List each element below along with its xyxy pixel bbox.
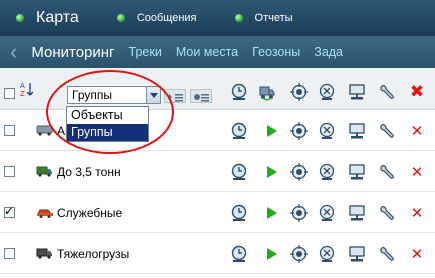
section-nav-bar: ‹ Мониторинг Треки Мои места Геозоны Зад… <box>0 36 435 68</box>
wrench-icon[interactable] <box>378 83 396 101</box>
truck-icon[interactable] <box>258 83 276 101</box>
svg-text:A: A <box>20 82 25 90</box>
close-icon[interactable]: ✕ <box>408 163 426 181</box>
locate-icon[interactable] <box>290 122 308 140</box>
green-dot-icon <box>16 14 24 22</box>
green-dot-icon <box>234 14 243 22</box>
wrench-icon[interactable] <box>378 163 396 181</box>
computer-icon[interactable] <box>348 163 366 181</box>
heavy-truck-icon <box>36 248 52 259</box>
tab-monitoring[interactable]: Мониторинг <box>31 44 114 61</box>
tab-tasks[interactable]: Зада <box>314 45 343 59</box>
bus-icon <box>36 125 53 136</box>
close-icon[interactable]: ✕ <box>408 122 426 140</box>
menu-item-messages[interactable]: Сообщения <box>116 12 197 24</box>
close-icon[interactable]: ✖ <box>408 83 426 101</box>
group-mode-select[interactable]: Группы <box>67 86 161 104</box>
clock-icon[interactable] <box>230 83 248 101</box>
satellite-icon[interactable] <box>318 122 336 140</box>
play-icon[interactable] <box>262 163 280 181</box>
tab-geofences[interactable]: Геозоны <box>252 45 300 59</box>
wrench-icon[interactable] <box>378 245 396 263</box>
play-icon[interactable] <box>262 245 280 263</box>
green-dot-icon <box>116 14 125 22</box>
sort-az-icon[interactable]: A Z <box>20 81 34 97</box>
computer-icon[interactable] <box>348 245 366 263</box>
computer-icon[interactable] <box>348 83 366 101</box>
locate-icon[interactable] <box>290 204 308 222</box>
row-name: Тяжелогрузы <box>57 247 130 261</box>
clock-icon[interactable] <box>230 122 248 140</box>
list-item[interactable]: Служебные <box>0 193 435 233</box>
row-name: Служебные <box>57 206 123 220</box>
tab-tracks[interactable]: Треки <box>129 45 162 59</box>
menu-item-messages-label: Сообщения <box>136 12 197 24</box>
group-mode-select-value: Группы <box>72 88 112 102</box>
list-alt-icon[interactable] <box>190 89 212 103</box>
truck-small-icon <box>36 166 52 177</box>
satellite-icon[interactable] <box>318 83 336 101</box>
close-icon[interactable]: ✕ <box>408 245 426 263</box>
menu-item-reports[interactable]: Отчеты <box>234 12 293 24</box>
play-icon[interactable] <box>262 122 280 140</box>
computer-icon[interactable] <box>348 204 366 222</box>
list-icon[interactable] <box>164 89 186 103</box>
group-mode-dropdown: Объекты Группы <box>66 106 149 142</box>
menu-item-map-label: Карта <box>36 9 79 26</box>
service-car-icon <box>37 209 53 218</box>
select-all-checkbox[interactable] <box>4 88 15 99</box>
clock-icon[interactable] <box>230 163 248 181</box>
menu-item-reports-label: Отчеты <box>254 12 293 24</box>
list-item[interactable]: До 3,5 тонн <box>0 152 435 192</box>
row-checkbox[interactable] <box>4 166 15 177</box>
top-menu-bar: Карта Сообщения Отчеты <box>0 0 435 36</box>
play-icon[interactable] <box>262 204 280 222</box>
satellite-icon[interactable] <box>318 163 336 181</box>
list-toolbar <box>0 68 435 110</box>
chevron-down-icon[interactable] <box>146 87 160 103</box>
close-icon[interactable]: ✕ <box>408 204 426 222</box>
list-item[interactable]: Тяжелогрузы <box>0 234 435 274</box>
tab-my-places[interactable]: Мои места <box>176 45 238 59</box>
wrench-icon[interactable] <box>378 122 396 140</box>
svg-text:Z: Z <box>20 90 25 97</box>
wrench-icon[interactable] <box>378 204 396 222</box>
chevron-left-icon[interactable]: ‹ <box>10 41 17 63</box>
row-checkbox[interactable] <box>4 125 15 136</box>
clock-icon[interactable] <box>230 204 248 222</box>
satellite-icon[interactable] <box>318 245 336 263</box>
locate-icon[interactable] <box>290 163 308 181</box>
row-checkbox[interactable] <box>4 248 15 259</box>
row-checkbox[interactable] <box>4 204 15 218</box>
menu-item-map[interactable]: Карта <box>16 9 79 27</box>
clock-icon[interactable] <box>230 245 248 263</box>
computer-icon[interactable] <box>348 122 366 140</box>
dropdown-option-objects[interactable]: Объекты <box>67 107 148 124</box>
dropdown-option-groups[interactable]: Группы <box>67 124 148 141</box>
row-name: До 3,5 тонн <box>57 165 121 179</box>
locate-icon[interactable] <box>290 83 308 101</box>
satellite-icon[interactable] <box>318 204 336 222</box>
locate-icon[interactable] <box>290 245 308 263</box>
